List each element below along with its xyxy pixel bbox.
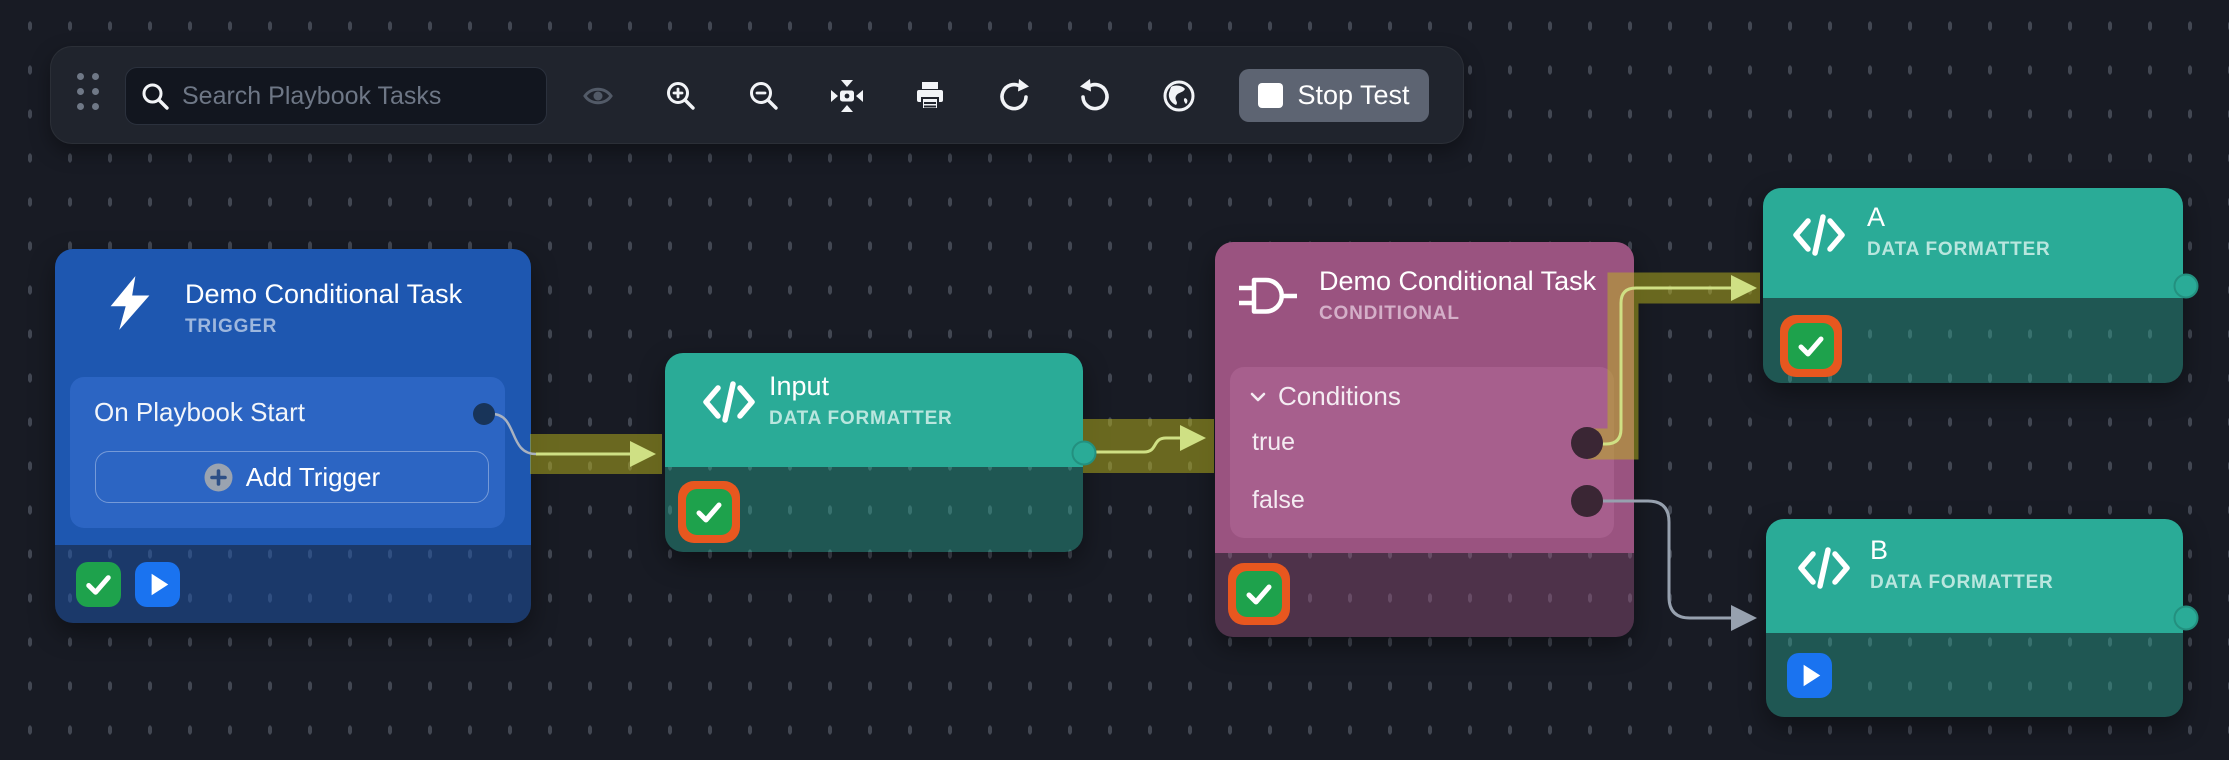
fit-view-icon bbox=[829, 78, 865, 114]
chevron-down-icon bbox=[1248, 387, 1268, 407]
b-node-footer bbox=[1766, 633, 2183, 717]
branch-label: true bbox=[1252, 428, 1295, 457]
conditions-section-label: Conditions bbox=[1278, 381, 1401, 412]
zoom-in-button[interactable] bbox=[658, 73, 704, 119]
code-icon bbox=[1796, 545, 1852, 591]
trigger-node-footer bbox=[55, 545, 531, 623]
trigger-events-panel: On Playbook Start Add Trigger bbox=[70, 377, 505, 528]
undo-icon bbox=[1078, 78, 1114, 114]
lightning-bolt-icon bbox=[103, 275, 157, 331]
branch-label: false bbox=[1252, 486, 1305, 515]
node-title: Demo Conditional Task bbox=[1319, 266, 1596, 296]
edge-input-to-conditional bbox=[1094, 438, 1182, 452]
input-node-footer bbox=[665, 467, 1083, 552]
node-trigger[interactable]: Demo Conditional Task TRIGGER On Playboo… bbox=[55, 249, 531, 623]
trigger-node-body: Demo Conditional Task TRIGGER On Playboo… bbox=[55, 249, 531, 545]
node-title: Demo Conditional Task bbox=[185, 279, 462, 309]
zoom-in-icon bbox=[664, 79, 698, 113]
globe-button[interactable] bbox=[1156, 73, 1202, 119]
node-type-label: CONDITIONAL bbox=[1319, 303, 1596, 325]
add-trigger-button[interactable]: Add Trigger bbox=[95, 451, 489, 503]
search-input[interactable] bbox=[182, 82, 532, 111]
code-icon bbox=[1791, 212, 1847, 258]
eye-icon bbox=[581, 79, 615, 113]
status-check-selected-icon bbox=[1780, 315, 1842, 377]
globe-icon bbox=[1161, 78, 1197, 114]
search-icon bbox=[140, 81, 170, 111]
undo-button[interactable] bbox=[1073, 73, 1119, 119]
status-check-icon bbox=[76, 562, 121, 607]
node-b[interactable]: B DATA FORMATTER bbox=[1766, 519, 2183, 717]
node-type-label: DATA FORMATTER bbox=[1870, 572, 2054, 594]
a-node-footer bbox=[1763, 298, 2183, 383]
node-type-label: TRIGGER bbox=[185, 316, 462, 338]
node-type-label: DATA FORMATTER bbox=[769, 408, 953, 430]
code-icon bbox=[701, 379, 757, 425]
arrowhead-b bbox=[1731, 605, 1757, 631]
run-play-button[interactable] bbox=[1787, 653, 1832, 698]
run-play-button[interactable] bbox=[135, 562, 180, 607]
node-input[interactable]: Input DATA FORMATTER bbox=[665, 353, 1083, 552]
playbook-canvas[interactable]: Demo Conditional Task TRIGGER On Playboo… bbox=[0, 0, 2229, 760]
input-node-body: Input DATA FORMATTER bbox=[665, 353, 1083, 467]
toolbar-drag-handle[interactable] bbox=[77, 73, 101, 119]
node-title: Input bbox=[769, 371, 953, 401]
branch-row-false[interactable]: false bbox=[1230, 480, 1614, 524]
conditional-node-footer bbox=[1215, 553, 1634, 637]
redo-icon bbox=[995, 78, 1031, 114]
visibility-button[interactable] bbox=[575, 73, 621, 119]
stop-test-label: Stop Test bbox=[1297, 80, 1409, 111]
conditions-section-toggle[interactable]: Conditions bbox=[1248, 381, 1401, 412]
arrowhead-a bbox=[1731, 275, 1757, 301]
branch-row-true[interactable]: true bbox=[1230, 422, 1614, 466]
logic-gate-icon bbox=[1239, 276, 1297, 316]
add-trigger-label: Add Trigger bbox=[246, 462, 380, 493]
node-title: B bbox=[1870, 535, 2054, 565]
stop-icon bbox=[1258, 83, 1283, 108]
zoom-out-icon bbox=[747, 79, 781, 113]
fit-view-button[interactable] bbox=[824, 73, 870, 119]
conditions-panel: Conditions true false bbox=[1230, 367, 1614, 538]
node-type-label: DATA FORMATTER bbox=[1867, 239, 2051, 261]
node-a[interactable]: A DATA FORMATTER bbox=[1763, 188, 2183, 383]
b-node-body: B DATA FORMATTER bbox=[1766, 519, 2183, 633]
stop-test-button[interactable]: Stop Test bbox=[1239, 69, 1429, 122]
arrowhead-input bbox=[630, 441, 656, 467]
status-check-selected-icon bbox=[1228, 563, 1290, 625]
node-title: A bbox=[1867, 202, 2051, 232]
canvas-toolbar: Stop Test bbox=[50, 46, 1464, 144]
print-button[interactable] bbox=[907, 73, 953, 119]
node-conditional[interactable]: Demo Conditional Task CONDITIONAL Condit… bbox=[1215, 242, 1634, 637]
conditional-node-body: Demo Conditional Task CONDITIONAL Condit… bbox=[1215, 242, 1634, 553]
status-check-selected-icon bbox=[678, 481, 740, 543]
printer-icon bbox=[913, 79, 947, 113]
trigger-event-label: On Playbook Start bbox=[94, 397, 305, 428]
arrowhead-conditional bbox=[1180, 425, 1206, 451]
redo-button[interactable] bbox=[990, 73, 1036, 119]
search-box bbox=[125, 67, 547, 125]
plus-circle-icon bbox=[204, 463, 233, 492]
zoom-out-button[interactable] bbox=[741, 73, 787, 119]
a-node-body: A DATA FORMATTER bbox=[1763, 188, 2183, 298]
